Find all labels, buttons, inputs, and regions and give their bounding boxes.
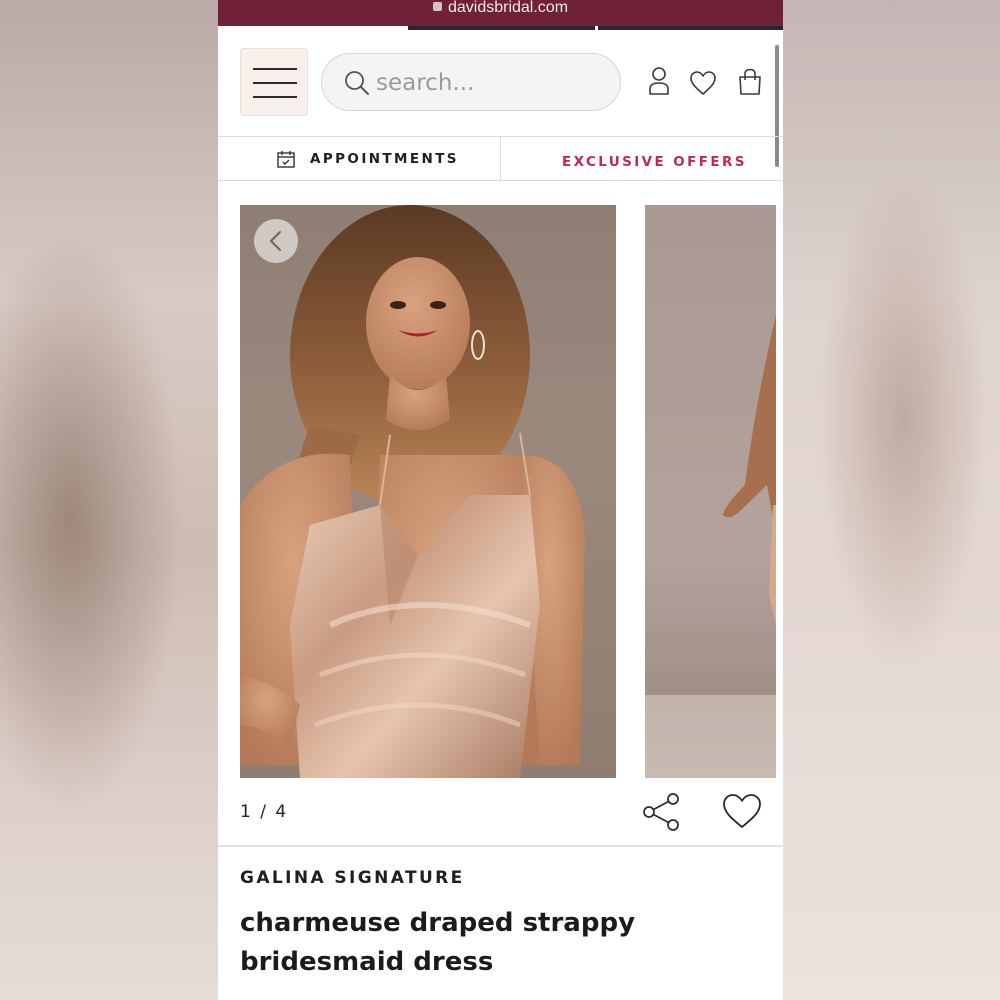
- appointments-link[interactable]: APPOINTMENTS: [276, 149, 459, 169]
- search-input[interactable]: [374, 66, 608, 100]
- product-image-next[interactable]: [645, 205, 776, 778]
- blurred-background-left: [0, 0, 218, 1000]
- hamburger-icon-line: [253, 96, 297, 98]
- heart-icon[interactable]: [689, 70, 717, 96]
- product-brand: GALINA SIGNATURE: [240, 868, 465, 888]
- appointments-label: APPOINTMENTS: [310, 151, 459, 167]
- section-divider: [218, 845, 783, 847]
- hamburger-icon: [253, 68, 297, 70]
- tab-indicator-segment: [408, 26, 595, 30]
- image-counter: 1 / 4: [240, 802, 289, 822]
- menu-button[interactable]: [240, 48, 308, 116]
- search-box[interactable]: [321, 53, 621, 111]
- product-title: charmeuse draped strappy bridesmaid dres…: [240, 908, 636, 977]
- url-text: davidsbridal.com: [447, 0, 569, 16]
- mobile-screen: davidsbridal.com search... APPOINTMENTS …: [218, 0, 783, 1000]
- model-photo-illustration: [645, 315, 776, 778]
- blurred-background-right: [783, 0, 1000, 1000]
- exclusive-offers-label: EXCLUSIVE OFFERS: [562, 154, 747, 170]
- nav-divider: [500, 137, 501, 181]
- browser-tab-indicator: [218, 26, 783, 31]
- lock-icon: [432, 2, 442, 11]
- heart-icon[interactable]: [721, 792, 763, 830]
- share-icon[interactable]: [642, 792, 682, 832]
- secondary-nav: APPOINTMENTS EXCLUSIVE OFFERS: [218, 136, 783, 181]
- product-image-main[interactable]: [240, 205, 616, 778]
- prev-image-button[interactable]: [254, 219, 298, 263]
- model-photo-illustration: [240, 205, 585, 778]
- search-icon: [345, 71, 369, 95]
- browser-url-bar[interactable]: davidsbridal.com: [218, 0, 783, 26]
- chevron-left-icon: [270, 231, 281, 251]
- exclusive-offers-link[interactable]: EXCLUSIVE OFFERS: [562, 151, 747, 170]
- tab-indicator-segment: [598, 26, 783, 30]
- hamburger-icon-line: [253, 82, 297, 84]
- calendar-icon: [277, 151, 295, 168]
- shopping-bag-icon[interactable]: [738, 68, 762, 96]
- user-icon[interactable]: [647, 66, 671, 96]
